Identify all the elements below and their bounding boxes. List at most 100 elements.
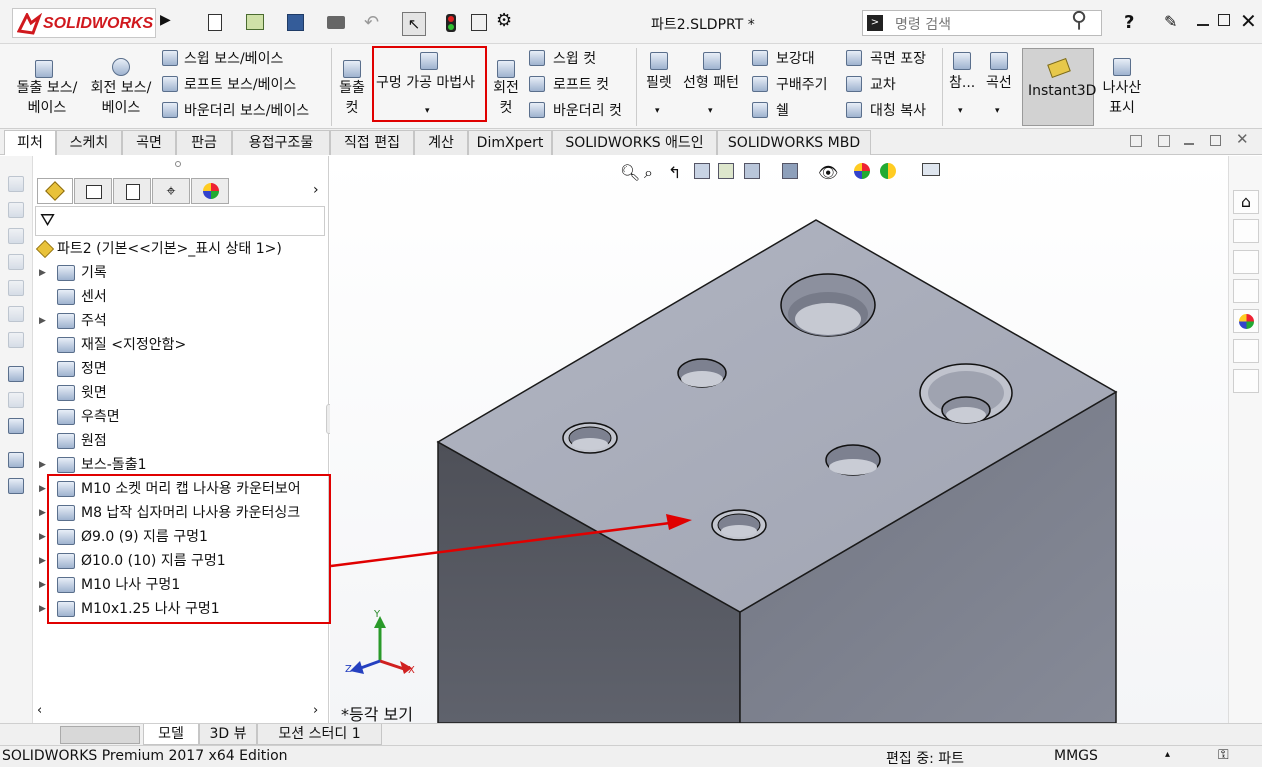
curves-button[interactable]: 곡선 [986,72,1012,94]
filter-icon[interactable] [8,452,24,468]
origin-item[interactable]: 원점 [33,429,329,453]
panel-expand-arrow-icon[interactable]: › [313,182,319,198]
wrap-button[interactable]: 곡면 포장 [870,48,926,70]
appearances-icon[interactable] [1233,309,1259,333]
filter-icon[interactable] [8,176,24,192]
feature-manager-tab-icon[interactable] [37,178,73,204]
reference-geometry-icon[interactable] [953,52,971,70]
reference-dropdown-icon[interactable]: ▾ [958,106,963,116]
rib-button[interactable]: 보강대 [776,48,815,70]
tab-scroll-buttons[interactable] [60,726,140,744]
doc-minimize-icon[interactable] [1184,143,1194,145]
loft-boss-button[interactable]: 로프트 보스/베이스 [184,74,296,96]
sweep-cut-icon[interactable] [529,50,545,66]
counterbore-hole[interactable] [780,273,876,337]
save-icon[interactable] [287,14,304,31]
countersink-hole[interactable] [919,363,1013,424]
cosmetic-thread-button[interactable]: 나사산 표시 [1100,78,1144,118]
extrude-cut-icon[interactable] [343,60,361,78]
tab-sketch[interactable]: 스케치 [56,130,122,155]
rebuild-status-icon[interactable]: ⚿ [1218,747,1229,763]
draft-icon[interactable] [752,76,768,92]
thread-hole[interactable] [562,422,618,454]
mirror-icon[interactable] [846,102,862,118]
revolve-boss-icon[interactable] [112,58,130,76]
open-file-icon[interactable] [246,14,264,30]
expand-arrow-icon[interactable]: ▶ [39,525,46,549]
expand-arrow-icon[interactable]: ▶ [39,453,46,477]
scroll-left-icon[interactable]: ‹ [37,703,42,718]
pin-icon[interactable]: ✎ [1164,12,1177,31]
tab-direct-editing[interactable]: 직접 편집 [330,130,414,155]
expand-menu-arrow-icon[interactable]: ▶ [160,12,171,28]
tab-surfaces[interactable]: 곡면 [122,130,176,155]
tree-root-part[interactable]: 파트2 (기본<<기본>_표시 상태 1>) [33,237,329,261]
new-file-icon[interactable] [208,14,222,31]
material-item[interactable]: 재질 <지정안함> [33,333,329,357]
configuration-manager-tab-icon[interactable] [113,178,151,204]
panel-grip-icon[interactable] [175,161,181,167]
doc-restore-icon[interactable] [1210,135,1221,146]
display-manager-tab-icon[interactable] [191,178,229,204]
command-search-box[interactable]: > 명령 검색 ⚲ [862,8,1102,36]
revolve-cut-button[interactable]: 회전 컷 [490,78,522,118]
graphics-area[interactable]: 🔍︎ ⌕ ↰ 👁︎ Y X Z *등각 보기 [330,156,1228,724]
extrude-boss-icon[interactable] [35,60,53,78]
thread-hole-fine[interactable] [711,509,767,541]
help-icon[interactable]: ? [1124,12,1134,33]
sweep-boss-icon[interactable] [162,50,178,66]
tab-motion-study[interactable]: 모션 스터디 1 [257,724,382,745]
file-properties-icon[interactable] [471,14,487,31]
select-tool-icon[interactable]: ↖ [402,12,426,36]
design-library-icon[interactable] [1233,219,1259,243]
solidworks-logo[interactable]: SOLIDWORKS [12,8,156,38]
filter-icon[interactable] [8,254,24,270]
rib-icon[interactable] [752,50,768,66]
extrude-cut-button[interactable]: 돌출 컷 [336,78,368,118]
tab-weldments[interactable]: 용접구조물 [232,130,330,155]
sweep-boss-button[interactable]: 스윕 보스/베이스 [184,48,283,70]
curves-icon[interactable] [990,52,1008,70]
cosmetic-thread-icon[interactable] [1113,58,1131,76]
filter-icon[interactable] [8,392,24,408]
expand-arrow-icon[interactable]: ▶ [39,597,46,621]
draft-button[interactable]: 구배주기 [776,74,828,96]
counterbore-hole-small[interactable] [677,358,727,388]
rebuild-icon[interactable] [446,14,456,32]
boundary-cut-button[interactable]: 바운더리 컷 [553,100,622,122]
tree-filter-box[interactable]: ⛛ [35,206,325,236]
instant3d-button[interactable]: Instant3D [1022,48,1096,126]
search-icon[interactable]: ⚲ [1071,8,1087,33]
mirror-button[interactable]: 대칭 복사 [870,100,926,122]
tree-scrollbar-horizontal[interactable]: ‹ › [33,703,327,721]
forum-icon[interactable] [1233,369,1259,393]
file-explorer-icon[interactable] [1233,250,1259,274]
close-button[interactable]: ✕ [1240,9,1257,33]
reference-geometry-button[interactable]: 참... [949,72,975,94]
custom-properties-icon[interactable] [1233,339,1259,363]
boundary-boss-icon[interactable] [162,102,178,118]
top-plane-item[interactable]: 윗면 [33,381,329,405]
boundary-boss-button[interactable]: 바운더리 보스/베이스 [184,100,309,122]
sensors-item[interactable]: 센서 [33,285,329,309]
home-icon[interactable]: ⌂ [1233,190,1259,214]
filter-icon[interactable] [8,332,24,348]
right-plane-item[interactable]: 우측면 [33,405,329,429]
boundary-cut-icon[interactable] [529,102,545,118]
filter-icon[interactable] [8,280,24,296]
doc-tile-icon[interactable] [1130,135,1142,147]
doc-split-icon[interactable] [1158,135,1170,147]
drill-hole[interactable] [825,444,881,476]
loft-boss-icon[interactable] [162,76,178,92]
view-palette-icon[interactable] [1233,279,1259,303]
expand-arrow-icon[interactable]: ▶ [39,477,46,501]
intersect-button[interactable]: 교차 [870,74,896,96]
tab-evaluate[interactable]: 계산 [414,130,468,155]
filter-icon[interactable] [8,202,24,218]
revolve-boss-button[interactable]: 회전 보스/베이스 [86,78,156,118]
loft-cut-button[interactable]: 로프트 컷 [553,74,609,96]
annotations-item[interactable]: ▶ 주석 [33,309,329,333]
shell-icon[interactable] [752,102,768,118]
undo-icon[interactable]: ↶ [364,12,379,33]
tab-mbd[interactable]: SOLIDWORKS MBD [717,130,871,155]
